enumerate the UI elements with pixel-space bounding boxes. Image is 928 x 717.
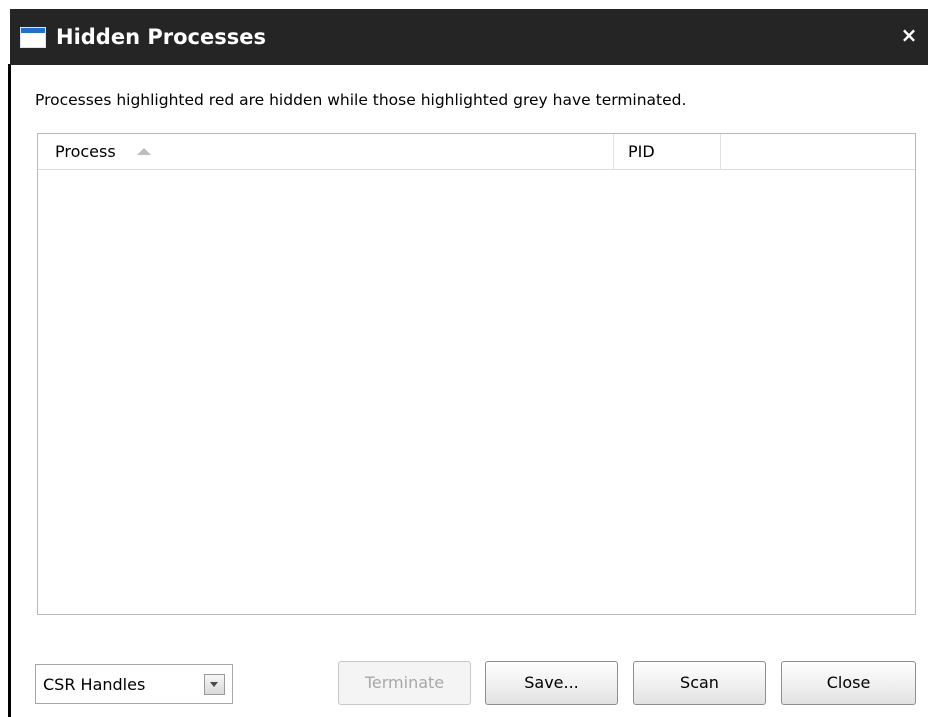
window-title: Hidden Processes (56, 25, 266, 49)
process-list[interactable]: Process PID (37, 133, 916, 615)
hidden-processes-window: Hidden Processes × Processes highlighted… (0, 0, 928, 717)
title-bar[interactable]: Hidden Processes × (10, 9, 928, 65)
column-header-filler (721, 134, 915, 169)
save-button[interactable]: Save... (485, 661, 618, 705)
scan-button[interactable]: Scan (633, 661, 766, 705)
process-list-body[interactable] (38, 170, 915, 614)
handle-method-dropdown[interactable]: CSR Handles (35, 664, 233, 704)
column-header-pid[interactable]: PID (614, 134, 721, 169)
close-button[interactable]: Close (781, 661, 916, 705)
window-left-edge (0, 0, 11, 717)
column-header-pid-label: PID (628, 142, 655, 161)
window-icon (20, 27, 46, 48)
terminate-button[interactable]: Terminate (338, 661, 471, 705)
column-header-process-label: Process (55, 142, 116, 161)
close-icon[interactable]: × (900, 23, 918, 47)
chevron-down-icon[interactable] (204, 674, 225, 695)
handle-method-value: CSR Handles (43, 675, 146, 694)
description-text: Processes highlighted red are hidden whi… (35, 91, 687, 109)
column-header-process[interactable]: Process (38, 134, 614, 169)
sort-ascending-icon (137, 148, 151, 155)
list-header: Process PID (38, 134, 915, 170)
